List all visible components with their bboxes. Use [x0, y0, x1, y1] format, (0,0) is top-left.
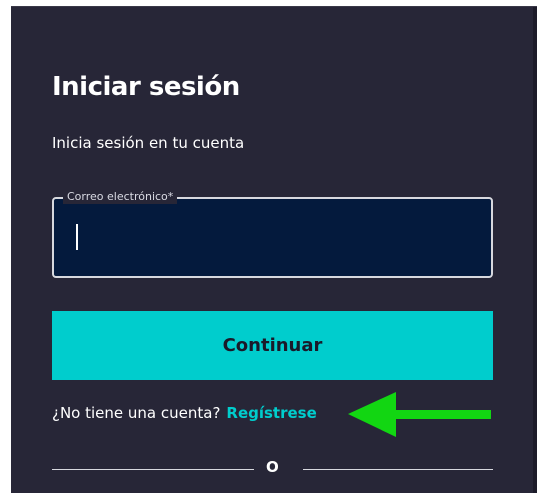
signup-row: ¿No tiene una cuenta? Regístrese	[52, 404, 317, 422]
divider-left	[52, 469, 254, 470]
signup-prompt: ¿No tiene una cuenta?	[52, 404, 221, 422]
continue-button[interactable]: Continuar	[52, 311, 493, 380]
divider-or-text: O	[266, 458, 279, 476]
page-title: Iniciar sesión	[52, 72, 240, 102]
signup-link[interactable]: Regístrese	[226, 404, 316, 422]
text-caret	[76, 224, 78, 250]
email-field[interactable]: Correo electrónico*	[52, 190, 493, 278]
green-arrow-left-icon	[348, 392, 491, 437]
email-input[interactable]	[54, 199, 491, 276]
divider-right	[303, 469, 493, 470]
page-subtitle: Inicia sesión en tu cuenta	[52, 134, 245, 152]
